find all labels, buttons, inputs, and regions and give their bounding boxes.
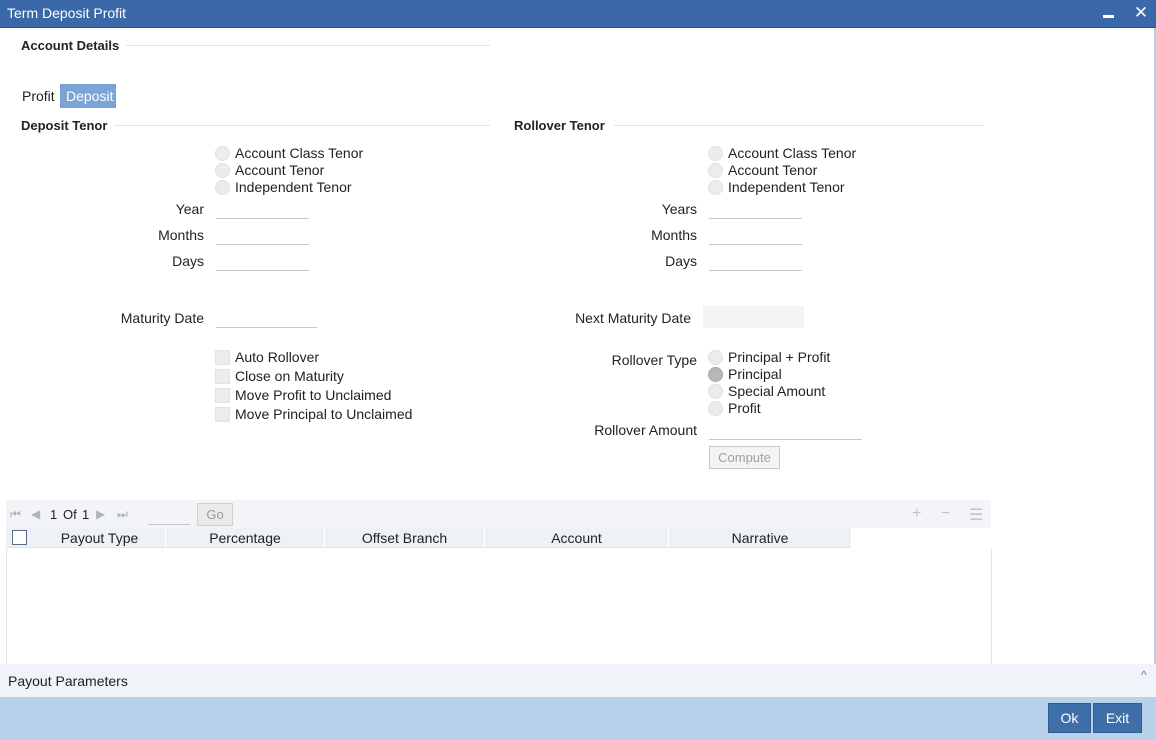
window-title: Term Deposit Profit [7, 5, 127, 21]
deposit-months-input[interactable] [216, 225, 309, 245]
rollover-amount-input[interactable] [709, 420, 862, 440]
page-of: Of [63, 507, 77, 522]
rollover-tenor-divider [614, 125, 984, 126]
deposit-account-class-tenor-radio[interactable] [215, 146, 230, 161]
payout-parameters-bar: Payout Parameters ^ [0, 664, 1156, 697]
deposit-year-label: Year [175, 201, 204, 217]
last-page-icon[interactable]: ⏭ [117, 507, 128, 522]
rollover-type-special-amount-radio[interactable] [708, 384, 723, 399]
collapse-caret-icon[interactable]: ^ [1141, 668, 1147, 682]
col-offset-branch[interactable]: Offset Branch [325, 528, 485, 548]
next-maturity-date-label: Next Maturity Date [575, 310, 691, 326]
rollover-type-principal-label: Principal [728, 366, 782, 382]
deposit-independent-tenor-label: Independent Tenor [235, 179, 352, 195]
rollover-independent-tenor-label: Independent Tenor [728, 179, 845, 195]
title-bar: Term Deposit Profit ✕ [0, 0, 1156, 28]
rollover-account-tenor-label: Account Tenor [728, 162, 818, 178]
auto-rollover-checkbox[interactable] [215, 350, 230, 365]
rollover-account-class-tenor-radio[interactable] [708, 146, 723, 161]
tab-deposit[interactable]: Deposit [60, 84, 116, 108]
rollover-type-principal-profit-radio[interactable] [708, 350, 723, 365]
rollover-years-label: Years [661, 201, 697, 217]
rollover-type-profit-label: Profit [728, 400, 761, 416]
col-payout-type[interactable]: Payout Type [34, 528, 166, 548]
select-all-checkbox[interactable] [12, 530, 27, 545]
rollover-account-class-tenor-label: Account Class Tenor [728, 145, 857, 161]
rollover-tenor-title: Rollover Tenor [514, 118, 605, 133]
maturity-date-input[interactable] [216, 308, 317, 328]
single-view-icon[interactable]: ☰ [969, 505, 983, 525]
rollover-account-tenor-radio[interactable] [708, 163, 723, 178]
deposit-account-class-tenor-label: Account Class Tenor [235, 145, 364, 161]
rollover-months-label: Months [651, 227, 697, 243]
move-profit-to-unclaimed-label: Move Profit to Unclaimed [235, 387, 392, 403]
compute-button[interactable]: Compute [709, 446, 780, 469]
deposit-account-tenor-radio[interactable] [215, 163, 230, 178]
move-principal-to-unclaimed-label: Move Principal to Unclaimed [235, 406, 413, 422]
footer-bar: Ok Exit [0, 697, 1156, 740]
deposit-months-label: Months [158, 227, 204, 243]
rollover-days-input[interactable] [709, 251, 802, 271]
tab-profit[interactable]: Profit [16, 84, 61, 108]
grid-body [6, 548, 992, 664]
deposit-days-input[interactable] [216, 251, 309, 271]
rollover-days-label: Days [665, 253, 697, 269]
delete-row-icon[interactable]: − [941, 505, 950, 523]
exit-button[interactable]: Exit [1093, 703, 1142, 733]
account-details-title: Account Details [21, 38, 120, 53]
move-profit-to-unclaimed-checkbox[interactable] [215, 388, 230, 403]
deposit-independent-tenor-radio[interactable] [215, 180, 230, 195]
previous-page-icon[interactable]: ◀ [31, 507, 40, 521]
deposit-tenor-divider [114, 125, 490, 126]
page-current: 1 [50, 507, 58, 522]
deposit-account-tenor-label: Account Tenor [235, 162, 325, 178]
ok-button[interactable]: Ok [1048, 703, 1091, 733]
rollover-amount-label: Rollover Amount [594, 422, 697, 438]
first-page-icon[interactable]: ⏮ [10, 507, 21, 522]
auto-rollover-label: Auto Rollover [235, 349, 320, 365]
rollover-independent-tenor-radio[interactable] [708, 180, 723, 195]
payout-parameters-link[interactable]: Payout Parameters [8, 673, 128, 689]
move-principal-to-unclaimed-checkbox[interactable] [215, 407, 230, 422]
col-narrative[interactable]: Narrative [669, 528, 852, 548]
rollover-type-label: Rollover Type [611, 352, 697, 368]
go-button[interactable]: Go [197, 503, 233, 526]
next-page-icon[interactable]: ▶ [96, 507, 105, 521]
page-number-input[interactable] [148, 503, 190, 525]
rollover-years-input[interactable] [709, 199, 802, 219]
rollover-type-profit-radio[interactable] [708, 401, 723, 416]
rollover-type-special-amount-label: Special Amount [728, 383, 826, 399]
next-maturity-date-input[interactable] [703, 306, 804, 328]
col-percentage[interactable]: Percentage [166, 528, 325, 548]
maturity-date-label: Maturity Date [120, 310, 204, 326]
close-icon[interactable]: ✕ [1132, 3, 1150, 23]
minimize-icon[interactable] [1103, 15, 1114, 18]
add-row-icon[interactable]: + [912, 505, 921, 523]
grid-header: Payout Type Percentage Offset Branch Acc… [6, 528, 852, 548]
account-details-divider [126, 45, 490, 46]
col-account[interactable]: Account [485, 528, 669, 548]
rollover-type-principal-radio[interactable] [708, 367, 723, 382]
page-total: 1 [82, 507, 90, 522]
deposit-year-input[interactable] [216, 199, 309, 219]
deposit-tenor-title: Deposit Tenor [21, 118, 108, 133]
rollover-type-principal-profit-label: Principal + Profit [728, 349, 831, 365]
deposit-days-label: Days [172, 253, 204, 269]
close-on-maturity-label: Close on Maturity [235, 368, 344, 384]
close-on-maturity-checkbox[interactable] [215, 369, 230, 384]
rollover-months-input[interactable] [709, 225, 802, 245]
